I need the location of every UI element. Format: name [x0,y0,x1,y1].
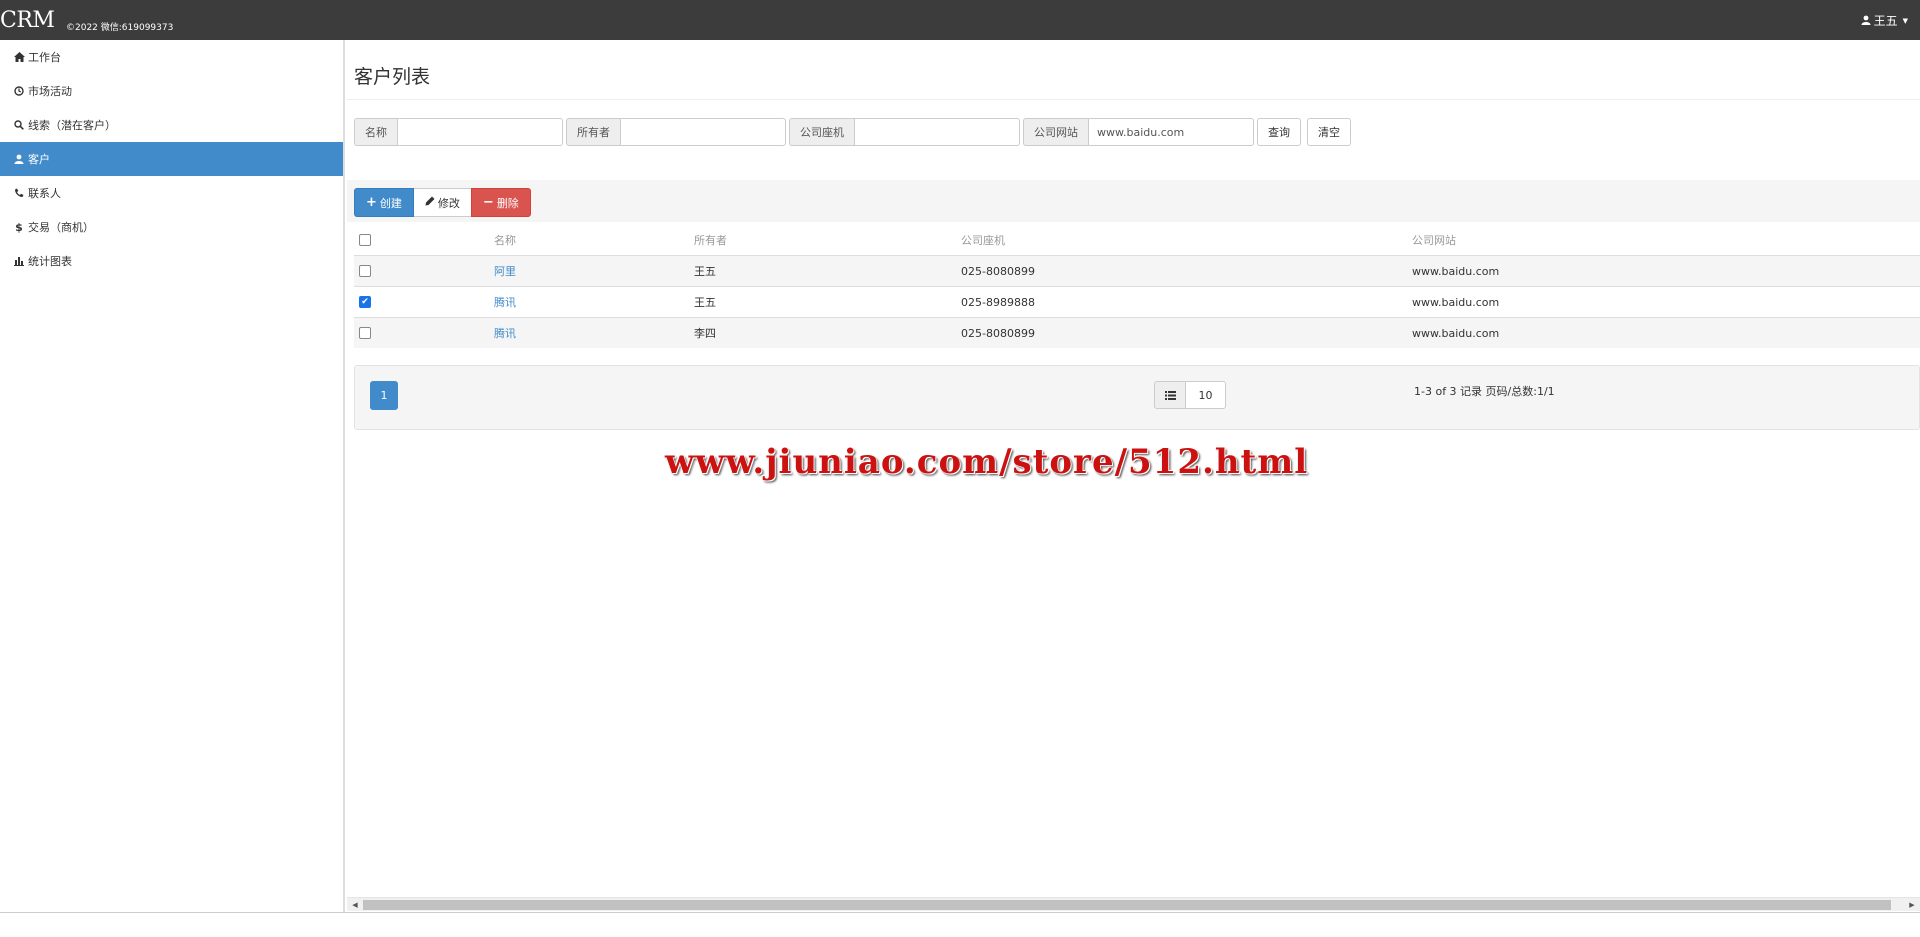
create-button[interactable]: + 创建 [354,188,414,217]
sidebar-item-label: 线索（潜在客户） [28,119,116,132]
row-checkbox[interactable] [359,265,371,277]
sidebar-item-workbench[interactable]: 工作台 [0,40,343,74]
column-header-owner: 所有者 [694,234,727,247]
bar-chart-icon [13,256,25,266]
plus-icon: + [366,195,377,210]
watermark-text: www.jiuniao.com/store/512.html [665,442,1309,482]
search-icon [13,120,25,130]
edit-button[interactable]: 修改 [413,188,471,217]
customer-name-link[interactable]: 腾讯 [494,325,516,341]
top-navbar: CRM ©2022 微信:619099373 王五 ▼ [0,0,1920,40]
user-icon [1861,14,1871,28]
dollar-icon: $ [15,220,23,234]
window-bottom-border [0,912,1920,913]
owner-input[interactable] [620,118,786,146]
minus-icon: − [482,195,494,210]
name-input[interactable] [397,118,563,146]
website-input-group: 公司网站 [1023,118,1254,146]
phone-label: 公司座机 [789,118,854,146]
caret-down-icon: ▼ [1902,16,1908,25]
row-checkbox[interactable]: ✔ [359,296,371,308]
action-toolbar [347,180,1920,222]
user-menu[interactable]: 王五 ▼ [1861,12,1908,29]
sidebar-item-clue[interactable]: 线索（潜在客户） [0,108,343,142]
user-name: 王五 [1873,14,1898,28]
phone-input-group: 公司座机 [789,118,1020,146]
create-button-label: 创建 [379,196,402,210]
sidebar-item-label: 客户 [28,153,50,166]
page-title: 客户列表 [354,66,431,88]
scroll-left-icon[interactable]: ◀ [350,900,360,910]
sidebar-item-label: 市场活动 [28,85,72,98]
owner-label: 所有者 [566,118,620,146]
copyright-text: ©2022 微信:619099373 [66,23,174,33]
page-size-selector[interactable]: 10 [1154,381,1226,409]
list-icon [1154,381,1186,409]
scrollbar-thumb[interactable] [363,900,1891,910]
page-size-value[interactable]: 10 [1186,381,1226,409]
website-input[interactable] [1088,118,1254,146]
website-cell: www.baidu.com [1412,326,1500,340]
column-header-name: 名称 [494,234,516,247]
user-icon [13,154,25,164]
horizontal-scrollbar[interactable]: ◀ ▶ [347,897,1920,911]
title-divider [347,99,1920,100]
delete-button[interactable]: − 删除 [470,188,531,217]
page-button-current[interactable]: 1 [370,381,398,410]
pagination-bar: 1 10 1-3 of 3 记录 页码/总数:1/1 [354,365,1920,430]
phone-icon [13,188,25,198]
clock-icon [13,86,25,96]
table-row: 阿里 王五 025-8080899 www.baidu.com [354,255,1920,286]
sidebar-item-customer[interactable]: 客户 [0,142,343,176]
edit-button-label: 修改 [437,196,460,210]
table-header-row: 名称 所有者 公司座机 公司网站 [354,225,1920,255]
clear-button[interactable]: 清空 [1307,118,1351,146]
owner-cell: 李四 [694,327,716,340]
row-checkbox[interactable] [359,327,371,339]
select-all-checkbox[interactable] [359,234,371,246]
sidebar-item-label: 联系人 [28,187,61,200]
sidebar: 工作台 市场活动 线索（潜在客户） 客户 联系人 $ 交易（商机） 统计图表 [0,40,345,912]
website-label: 公司网站 [1023,118,1088,146]
phone-input[interactable] [854,118,1020,146]
sidebar-item-label: 交易（商机） [28,221,94,234]
brand-logo: CRM [0,8,55,33]
owner-cell: 王五 [694,265,716,278]
action-button-group: + 创建 修改 − 删除 [354,188,531,217]
owner-cell: 王五 [694,296,716,309]
column-header-phone: 公司座机 [961,234,1005,247]
pencil-icon [425,196,435,209]
table-row: 腾讯 李四 025-8080899 www.baidu.com [354,317,1920,348]
customer-name-link[interactable]: 腾讯 [494,294,516,310]
sidebar-item-activity[interactable]: 市场活动 [0,74,343,108]
website-cell: www.baidu.com [1412,295,1500,309]
sidebar-item-label: 工作台 [28,51,61,64]
website-cell: www.baidu.com [1412,264,1500,278]
customer-table: 名称 所有者 公司座机 公司网站 阿里 王五 025-8080899 www.b… [354,225,1920,348]
query-button[interactable]: 查询 [1257,118,1301,146]
sidebar-item-charts[interactable]: 统计图表 [0,244,343,278]
home-icon [13,52,25,62]
name-input-group: 名称 [354,118,563,146]
table-row: ✔ 腾讯 王五 025-8989888 www.baidu.com [354,286,1920,317]
sidebar-item-contacts[interactable]: 联系人 [0,176,343,210]
owner-input-group: 所有者 [566,118,786,146]
sidebar-item-label: 统计图表 [28,255,72,268]
phone-cell: 025-8080899 [961,264,1035,278]
column-header-website: 公司网站 [1412,234,1456,247]
phone-cell: 025-8989888 [961,295,1035,309]
phone-cell: 025-8080899 [961,326,1035,340]
pagination-info: 1-3 of 3 记录 页码/总数:1/1 [1414,385,1555,398]
sidebar-item-transaction[interactable]: $ 交易（商机） [0,210,343,244]
delete-button-label: 删除 [496,196,519,210]
name-label: 名称 [354,118,397,146]
search-form: 名称 所有者 公司座机 公司网站 查询 清空 [354,118,1351,146]
scroll-right-icon[interactable]: ▶ [1907,900,1917,910]
customer-name-link[interactable]: 阿里 [494,263,516,279]
